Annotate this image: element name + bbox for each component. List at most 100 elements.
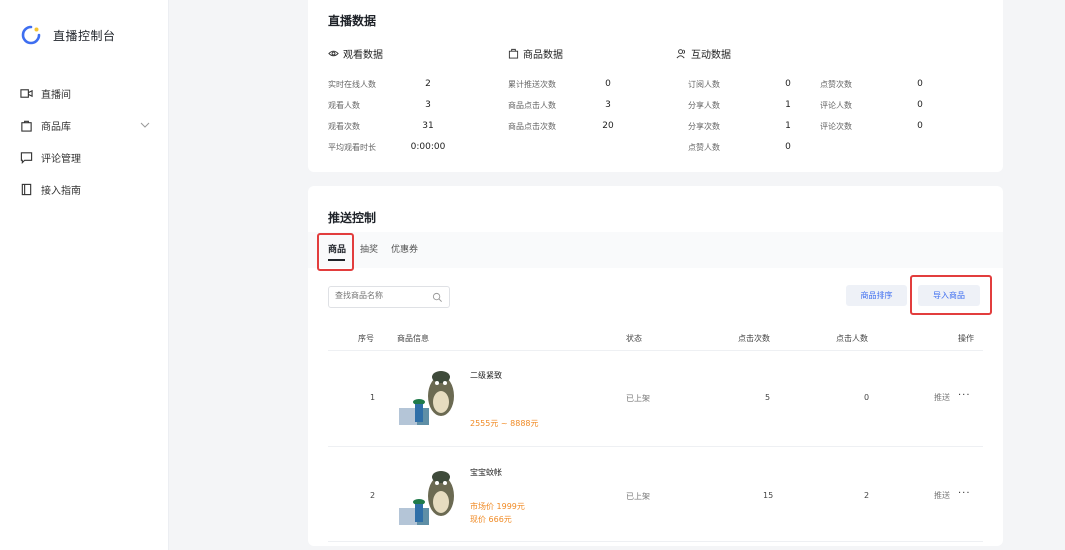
sidebar-item-comment-management[interactable]: 评论管理 [20,141,150,173]
stat-row: 分享次数 1 [688,121,808,132]
product-sort-button[interactable]: 商品排序 [846,285,907,306]
highlight-box [910,275,992,315]
users-icon [676,49,685,59]
tab-lottery[interactable]: 抽奖 [360,242,378,255]
more-actions-icon[interactable]: ··· [958,488,971,499]
stat-label: 分享人数 [688,101,720,110]
more-actions-icon[interactable]: ··· [958,390,971,401]
live-data-card: 直播数据 观看数据 实时在线人数 2 观看人数 3 观看次数 3 1 平均观看时长 0:0… [308,0,1003,172]
divider [328,446,983,447]
sidebar-nav: 直播间 商品库 评论管理 接入指南 [20,77,150,205]
interaction-data-group: 互动数据 [676,46,731,61]
search-icon[interactable] [432,292,443,303]
stat-label: 平均观看时长 [328,143,376,152]
column-header-product-info: 商品信息 [397,334,429,343]
sidebar-item-integration-guide[interactable]: 接入指南 [20,173,150,205]
tab-bar: 商品 抽奖 优惠券 [308,232,1003,268]
search-input[interactable] [329,287,429,304]
stat-label: 观看人数 [328,101,360,110]
stat-row: 分享人数 1 [688,100,808,111]
stat-row: 商品点击人数 3 [508,100,628,111]
column-header-status: 状态 [626,334,642,343]
shopping-bag-icon [21,120,32,132]
stat-row: 订阅人数 0 [688,79,808,90]
product-thumbnail [397,364,458,425]
row-index: 1 [370,393,376,402]
sidebar-item-live-room[interactable]: 直播间 [20,77,150,109]
video-camera-icon [20,88,33,98]
stat-row: 观看人数 3 [328,100,448,111]
product-data-title: 商品数据 [523,50,563,61]
stat-label: 评论次数 [820,122,852,131]
stat-value: 0 [917,121,923,131]
interaction-data-title: 互动数据 [691,50,731,61]
column-header-index: 序号 [358,334,374,343]
product-name: 二级紧致 [470,371,502,380]
stat-label: 累计推送次数 [508,80,556,89]
comment-icon [20,151,33,164]
stat-label: 实时在线人数 [328,80,376,89]
row-click-users: 0 [864,393,870,402]
stat-row: 点赞次数 0 [820,79,940,90]
stat-value: 3 [605,100,611,110]
stat-row: 点赞人数 0 [688,142,808,153]
bag-icon [508,48,519,59]
stat-value: 0:00:00 [410,142,446,152]
push-control-card: 推送控制 商品 抽奖 优惠券 商品排序 导入商品 序号 商品信息 状态 点击次数… [308,186,1003,546]
stat-row: 评论次数 0 [820,121,940,132]
stat-label: 分享次数 [688,122,720,131]
push-link[interactable]: 推送 [934,392,950,403]
stat-label: 观看次数 [328,122,360,131]
view-data-group: 观看数据 [328,46,383,61]
row-click-users: 2 [864,491,870,500]
interaction-data-header: 互动数据 [676,46,731,61]
stat-row: 商品点击次数 20 [508,121,628,132]
row-clicks: 15 [763,491,774,500]
column-header-actions: 操作 [958,334,974,343]
search-box[interactable] [328,286,450,308]
stat-value: 20 [602,121,614,131]
stat-value: 0 [605,79,611,89]
row-clicks: 5 [765,393,771,402]
stat-value: 1 [785,121,791,131]
product-thumbnail [397,464,458,525]
product-price: 2555元 ~ 8888元 [470,419,539,428]
stat-value: 0 [785,142,791,152]
divider [328,350,983,351]
live-data-title: 直播数据 [328,14,377,28]
sidebar-item-label: 商品库 [41,121,71,133]
stat-value: 0 [785,79,791,89]
product-data-group: 商品数据 [508,46,563,61]
eye-icon [328,50,339,57]
stat-label: 点赞次数 [820,80,852,89]
sidebar-item-label: 接入指南 [41,185,81,197]
stat-row: 平均观看时长 0:00:00 [328,142,448,153]
column-header-clicks: 点击次数 [738,334,770,343]
push-link[interactable]: 推送 [934,490,950,501]
column-header-click-users: 点击人数 [836,334,868,343]
stat-label: 商品点击人数 [508,101,556,110]
sidebar-item-label: 评论管理 [41,153,81,165]
sidebar: 直播控制台 直播间 商品库 评论管理 接入指南 [0,0,169,550]
book-icon [21,183,32,195]
stat-value: 1 [785,100,791,110]
stat-label: 订阅人数 [688,80,720,89]
stat-value: 0 [917,100,923,110]
product-data-header: 商品数据 [508,46,563,61]
row-status: 已上架 [626,492,650,501]
stat-label: 商品点击次数 [508,122,556,131]
highlight-box [317,233,354,271]
sidebar-item-product-library[interactable]: 商品库 [20,109,150,141]
logo-icon [21,25,41,45]
stat-value: 3 [425,100,431,110]
row-index: 2 [370,491,376,500]
chevron-down-icon[interactable] [140,120,150,130]
product-current-price: 现价 666元 [470,515,512,524]
stat-row: 实时在线人数 2 [328,79,448,90]
brand: 直播控制台 [21,25,116,45]
divider [328,541,983,542]
product-market-price: 市场价 1999元 [470,502,525,511]
tab-coupon[interactable]: 优惠券 [391,242,418,255]
stat-label: 点赞人数 [688,143,720,152]
product-name: 宝宝蚊帐 [470,468,502,477]
